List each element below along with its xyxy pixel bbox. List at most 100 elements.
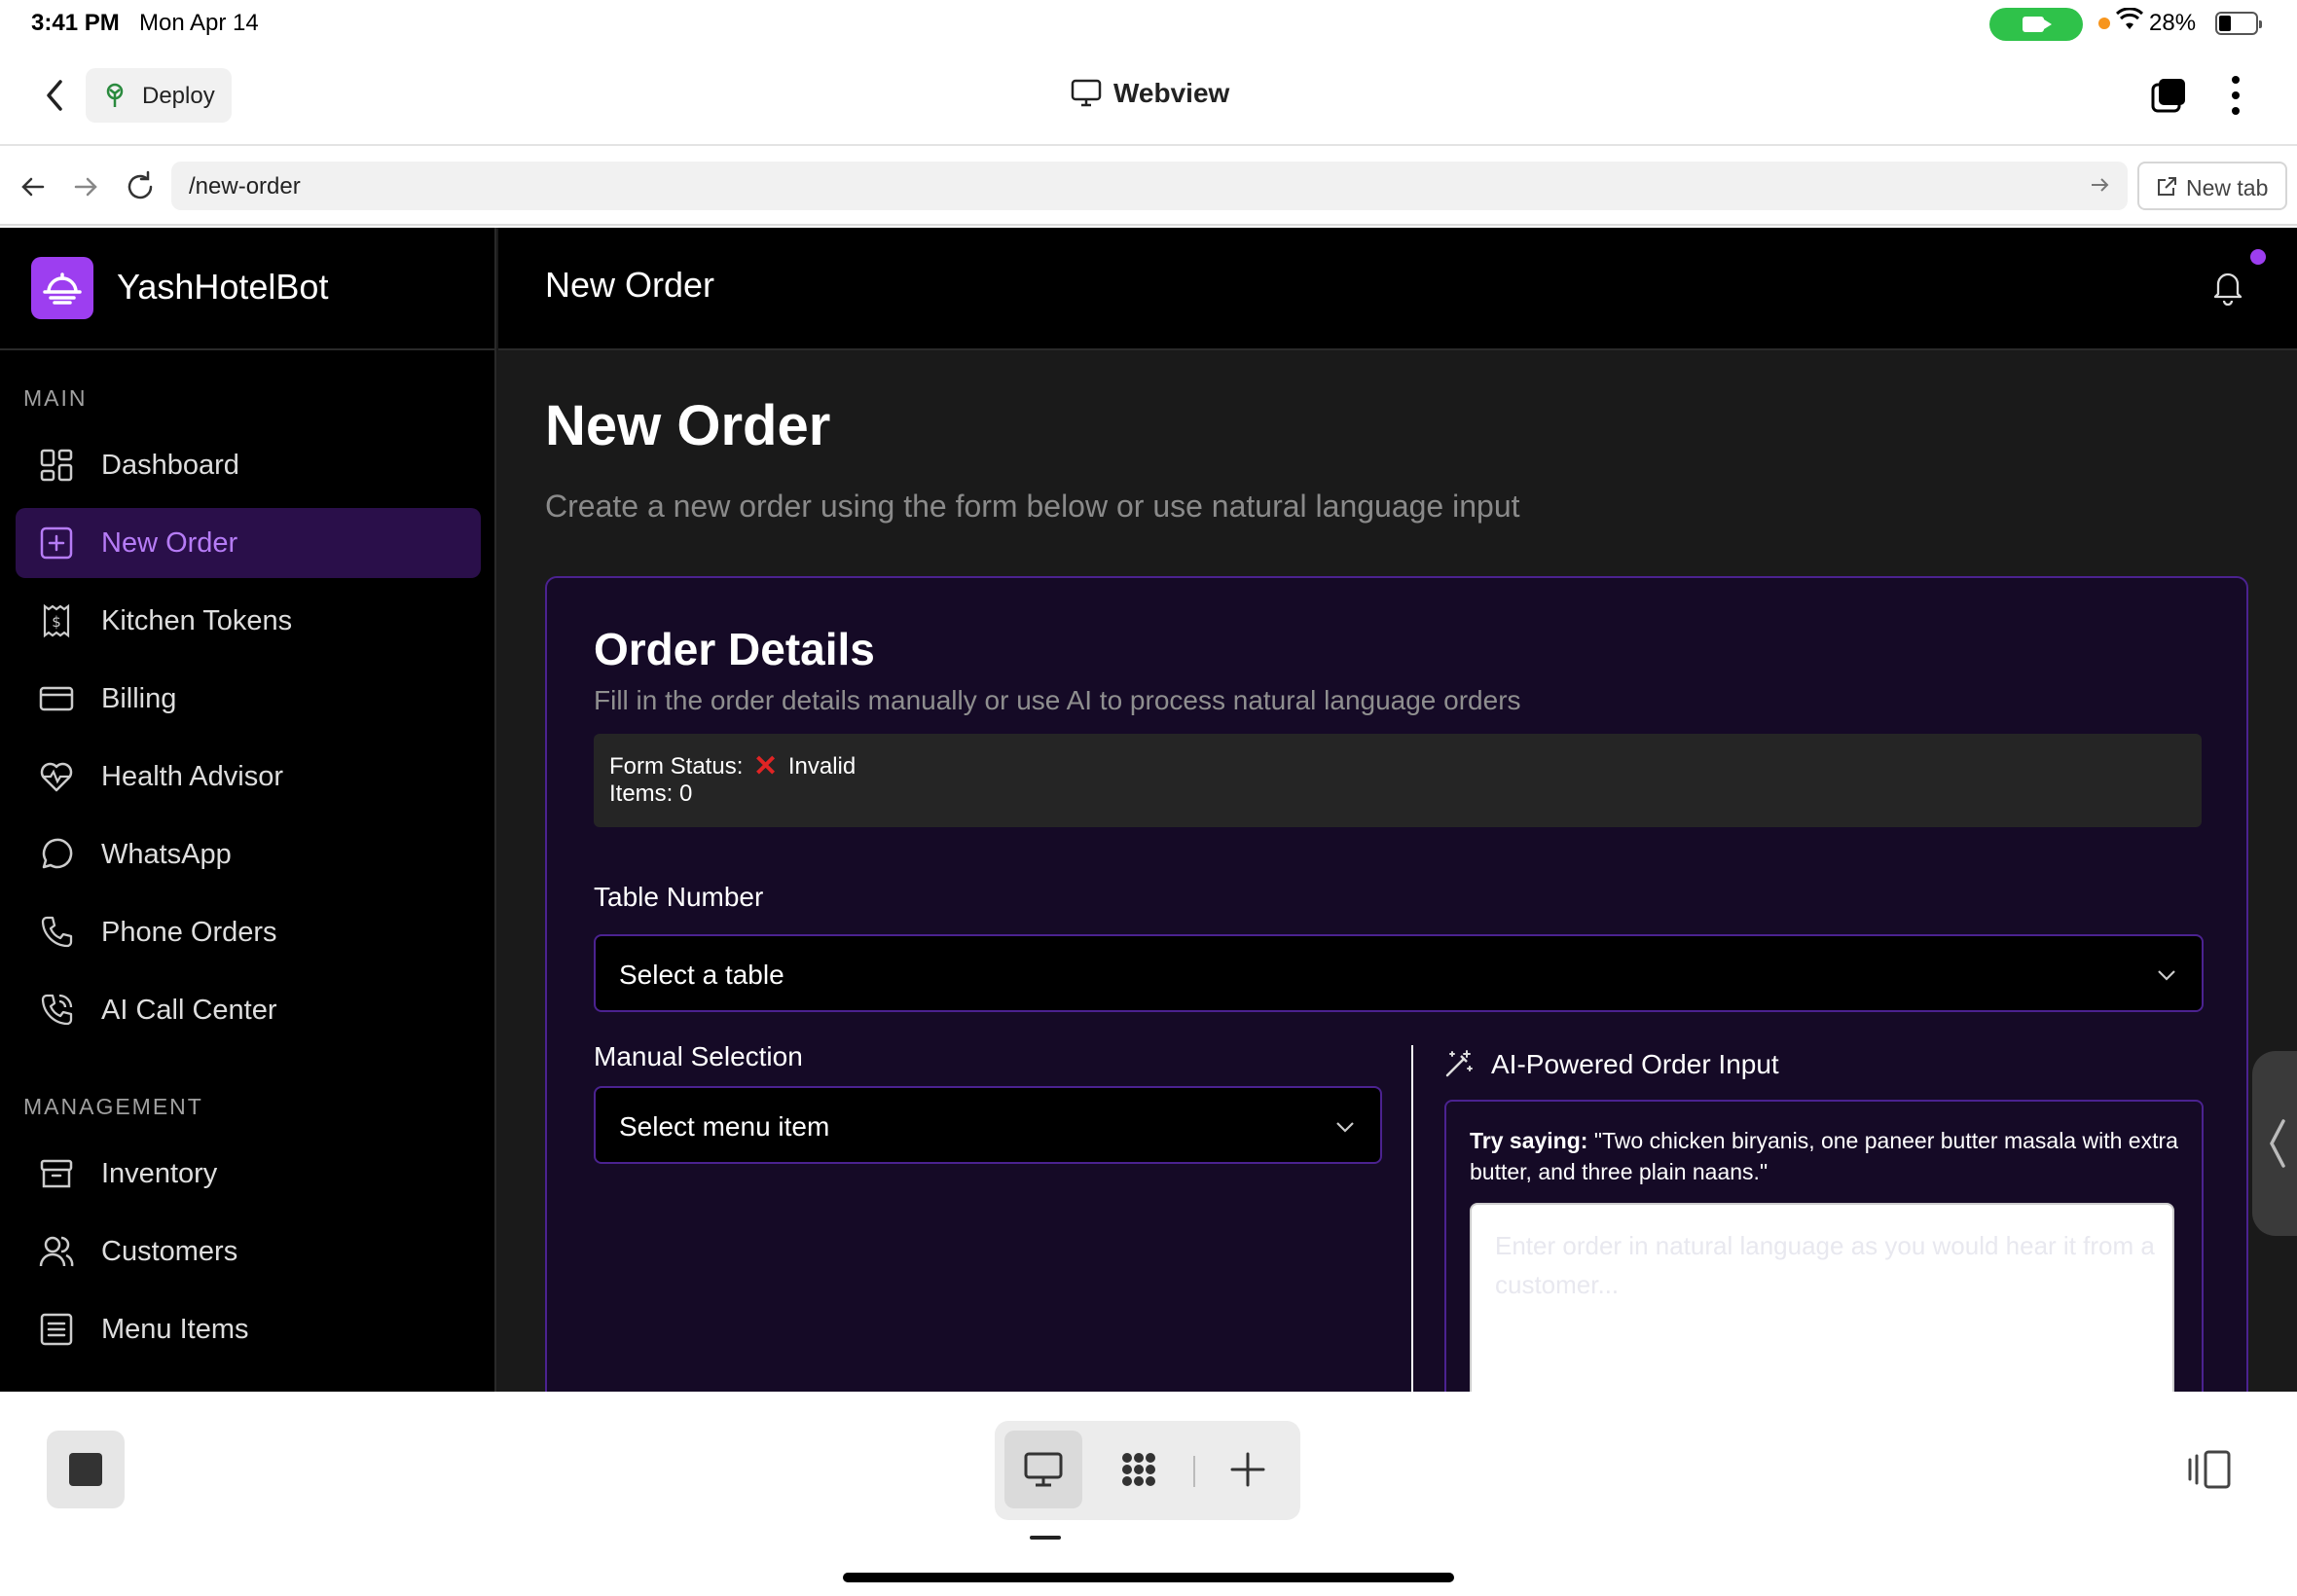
view-mode-switcher	[995, 1421, 1300, 1520]
brand: YashHotelBot	[0, 228, 496, 350]
sidebar-item-billing[interactable]: Billing	[16, 664, 481, 734]
plus-square-icon	[39, 526, 74, 561]
tabs-button[interactable]	[2149, 76, 2188, 115]
receipt-icon: $	[39, 603, 74, 638]
sidebar-item-dashboard[interactable]: Dashboard	[16, 430, 481, 500]
notification-badge	[2250, 249, 2266, 265]
monitor-icon	[1071, 78, 1102, 114]
browser-back-button[interactable]	[14, 167, 53, 206]
sidebar-item-whatsapp[interactable]: WhatsApp	[16, 819, 481, 889]
bell-icon	[2213, 272, 2242, 307]
heart-pulse-icon	[39, 759, 74, 794]
chevron-left-icon	[47, 80, 62, 111]
ai-hint-prefix: Try saying:	[1470, 1128, 1588, 1153]
section-label-main: MAIN	[23, 385, 88, 411]
url-bar[interactable]: /new-order	[171, 162, 2128, 210]
table-select[interactable]: Select a table	[594, 934, 2204, 1012]
sidebar-item-label: Kitchen Tokens	[101, 605, 293, 636]
sidebar-item-ai-call-center[interactable]: AI Call Center	[16, 975, 481, 1045]
sidebar-item-label: Customers	[101, 1236, 238, 1267]
card-subtitle: Fill in the order details manually or us…	[594, 685, 1521, 715]
content-topbar: New Order	[498, 228, 2297, 350]
form-status-value: Invalid	[787, 753, 857, 780]
more-vertical-icon	[2232, 76, 2240, 115]
arrow-left-icon	[21, 177, 45, 197]
credit-card-icon	[39, 681, 74, 716]
sidebar: YashHotelBot MAIN Dashboard New Order $ …	[0, 228, 496, 1392]
new-tab-button[interactable]: New tab	[2137, 162, 2287, 210]
browser-bar: /new-order New tab	[0, 148, 2297, 226]
external-link-icon	[2155, 175, 2178, 204]
desktop-view-button[interactable]	[1004, 1431, 1082, 1508]
browser-forward-button[interactable]	[66, 167, 105, 206]
chevron-left-icon	[2270, 1119, 2285, 1168]
natural-language-order-placeholder: Enter order in natural language as you w…	[1495, 1231, 2155, 1299]
users-icon	[39, 1234, 74, 1269]
form-status-label: Form Status:	[609, 753, 744, 780]
sidebar-item-kitchen-tokens[interactable]: $ Kitchen Tokens	[16, 586, 481, 656]
agent-view-button[interactable]	[1100, 1431, 1178, 1508]
sidebar-item-phone-orders[interactable]: Phone Orders	[16, 897, 481, 967]
split-view-icon	[2188, 1450, 2231, 1489]
chevron-down-icon	[1336, 1122, 1354, 1133]
deploy-button[interactable]: Deploy	[86, 68, 232, 123]
sidebar-item-health-advisor[interactable]: Health Advisor	[16, 742, 481, 812]
status-time: 3:41 PM	[31, 10, 120, 36]
brand-logo-icon	[31, 257, 93, 319]
main-content: New Order Create a new order using the f…	[498, 352, 2297, 1392]
arrow-right-icon	[74, 177, 97, 197]
topbar-title: New Order	[545, 265, 715, 305]
manual-selection-label: Manual Selection	[594, 1041, 803, 1071]
tabs-icon	[2151, 79, 2185, 113]
plus-icon	[1230, 1452, 1265, 1487]
battery-icon	[2215, 12, 2262, 35]
sidebar-item-label: WhatsApp	[101, 839, 232, 870]
ai-hint: Try saying: "Two chicken biryanis, one p…	[1470, 1125, 2180, 1187]
table-number-label: Table Number	[594, 882, 764, 912]
camera-in-use-indicator	[1989, 8, 2083, 41]
browser-reload-button[interactable]	[121, 167, 160, 206]
wifi-icon	[2115, 7, 2144, 38]
app-header: Deploy Webview	[0, 47, 2297, 146]
sidebar-item-label: Dashboard	[101, 450, 239, 481]
phone-call-icon	[39, 993, 74, 1028]
page-title: New Order	[545, 394, 831, 457]
sidebar-item-label: Phone Orders	[101, 917, 277, 948]
status-date: Mon Apr 14	[139, 10, 259, 36]
package-icon	[39, 1156, 74, 1191]
home-indicator[interactable]	[843, 1573, 1454, 1582]
url-go-arrow-icon[interactable]	[2089, 174, 2110, 200]
brand-name: YashHotelBot	[117, 267, 329, 307]
add-button[interactable]	[1209, 1431, 1287, 1508]
sidebar-item-new-order[interactable]: New Order	[16, 508, 481, 578]
sidebar-item-inventory[interactable]: Inventory	[16, 1139, 481, 1209]
stop-button[interactable]	[47, 1431, 125, 1508]
page-indicator	[1030, 1536, 1061, 1540]
url-text: /new-order	[189, 173, 301, 200]
battery-percent: 28%	[2149, 10, 2197, 36]
monitor-icon	[1024, 1452, 1063, 1487]
natural-language-order-input[interactable]: Enter order in natural language as you w…	[1470, 1203, 2174, 1392]
video-camera-icon	[2023, 17, 2052, 32]
items-count: Items: 0	[609, 780, 693, 807]
status-bar: 3:41 PM Mon Apr 14 28%	[0, 0, 2297, 47]
sidebar-item-label: Inventory	[101, 1158, 218, 1189]
sidebar-item-label: AI Call Center	[101, 995, 277, 1026]
notifications-button[interactable]	[2211, 269, 2244, 307]
privacy-dot	[2098, 18, 2110, 29]
magic-wand-icon	[1444, 1049, 1474, 1078]
menu-item-select-value: Select menu item	[619, 1111, 830, 1142]
sidebar-item-customers[interactable]: Customers	[16, 1216, 481, 1287]
order-details-card: Order Details Fill in the order details …	[545, 576, 2248, 1392]
form-status-box: Form Status: ✕ Invalid Items: 0	[594, 734, 2202, 827]
back-button[interactable]	[39, 76, 74, 115]
sidebar-item-label: Billing	[101, 683, 177, 714]
split-view-button[interactable]	[2186, 1448, 2233, 1491]
more-options-button[interactable]	[2229, 74, 2242, 117]
form-status-line: Form Status: ✕ Invalid	[609, 749, 856, 783]
menu-item-select[interactable]: Select menu item	[594, 1086, 1382, 1164]
svg-text:$: $	[52, 613, 61, 631]
sidebar-item-menu-items[interactable]: Menu Items	[16, 1294, 481, 1364]
side-panel-handle[interactable]	[2252, 1051, 2297, 1236]
section-label-management: MANAGEMENT	[23, 1094, 203, 1119]
